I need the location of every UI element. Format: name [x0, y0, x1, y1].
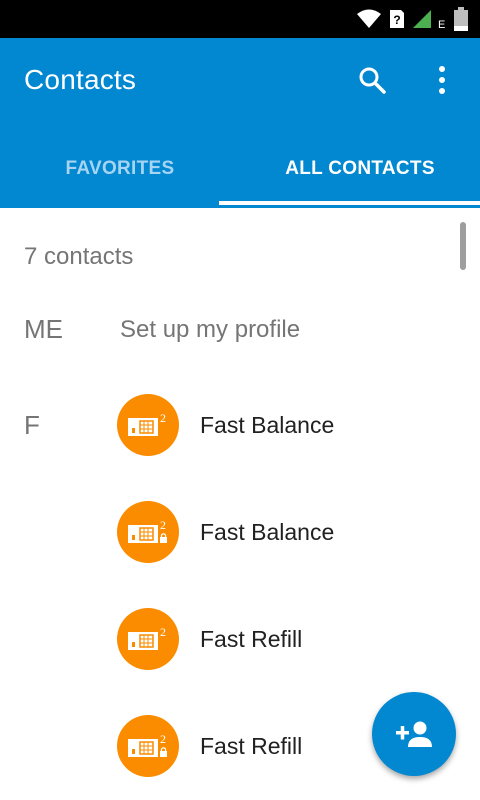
- contact-name: Fast Refill: [200, 626, 303, 652]
- signal-icon: [413, 10, 431, 28]
- section-header-f: F: [24, 410, 40, 440]
- add-contact-icon: [396, 721, 432, 747]
- search-icon: [359, 67, 386, 94]
- section-header-me: ME: [24, 314, 63, 344]
- unknown-sim-icon: ?: [390, 10, 404, 28]
- contact-name: Fast Balance: [200, 519, 335, 545]
- search-button[interactable]: [350, 58, 394, 102]
- tab-all-contacts[interactable]: ALL CONTACTS: [240, 130, 480, 208]
- add-contact-button[interactable]: [372, 692, 456, 776]
- contacts-count: 7 contacts: [24, 243, 134, 270]
- sim-card-2-locked-icon: 2: [128, 518, 167, 543]
- svg-text:E: E: [438, 19, 445, 29]
- page-title: Contacts: [24, 64, 137, 95]
- sim-card-2-locked-icon: 2: [128, 732, 167, 757]
- status-bar: ? E: [0, 0, 480, 38]
- contact-name: Fast Refill: [200, 733, 303, 759]
- contact-avatar: 2: [117, 501, 179, 563]
- tab-favorites-label: FAVORITES: [65, 158, 175, 179]
- sim-card-2-icon: 2: [128, 625, 166, 650]
- contact-avatar: 2: [117, 608, 179, 670]
- selected-tab-indicator: [219, 201, 480, 205]
- tab-favorites[interactable]: FAVORITES: [0, 130, 240, 208]
- wifi-icon: [357, 9, 381, 28]
- network-type-e-icon: E: [438, 19, 445, 29]
- svg-text:2: 2: [160, 518, 166, 532]
- svg-text:?: ?: [393, 13, 400, 27]
- more-vert-icon: [439, 66, 445, 94]
- sim-card-2-icon: 2: [128, 411, 166, 436]
- battery-icon: [454, 7, 468, 31]
- svg-text:2: 2: [160, 411, 166, 425]
- scrollbar-thumb[interactable]: [460, 222, 466, 270]
- svg-text:2: 2: [160, 732, 166, 746]
- app-bar: Contacts FAVORITES ALL CONTACTS: [0, 38, 480, 208]
- status-icons: ? E: [356, 7, 468, 31]
- contact-avatar: 2: [117, 715, 179, 777]
- contact-avatar: 2: [117, 394, 179, 456]
- tab-all-contacts-label: ALL CONTACTS: [285, 158, 435, 179]
- setup-profile-link[interactable]: Set up my profile: [120, 316, 300, 344]
- contact-name: Fast Balance: [200, 412, 335, 438]
- more-options-button[interactable]: [420, 58, 464, 102]
- svg-text:2: 2: [160, 625, 166, 639]
